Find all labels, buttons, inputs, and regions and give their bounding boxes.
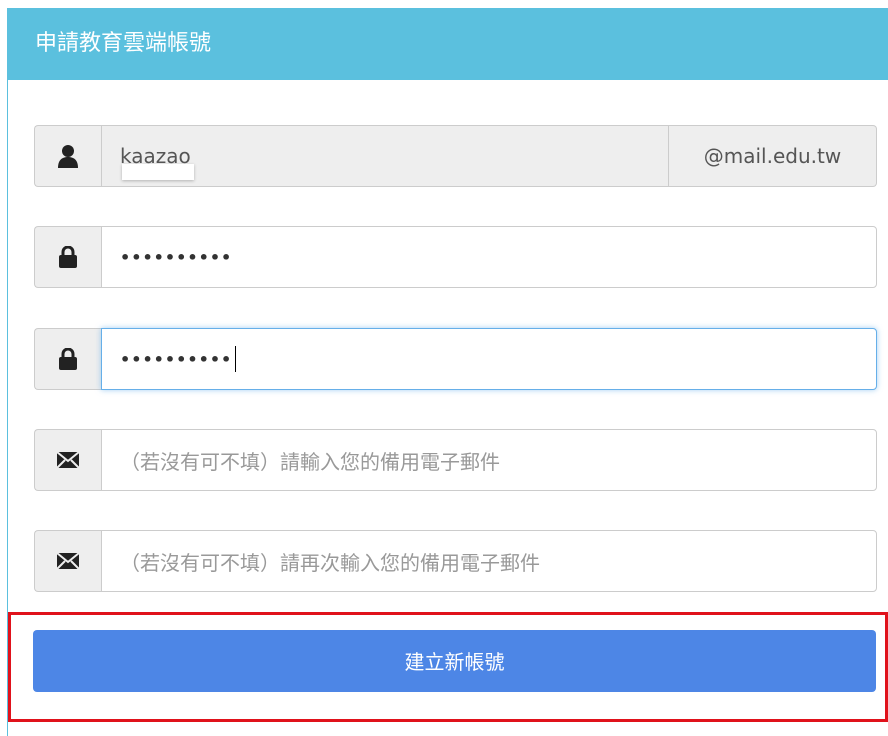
envelope-icon [34,429,101,491]
envelope-icon [34,530,101,592]
username-group: kaazao @mail.edu.tw [34,125,877,187]
backup-email-field[interactable]: （若沒有可不填）請輸入您的備用電子郵件 [101,429,877,491]
password-confirm-field[interactable]: •••••••••• [101,328,877,390]
panel-title: 申請教育雲端帳號 [8,8,888,80]
password-field[interactable]: •••••••••• [101,226,877,288]
lock-icon [34,328,101,390]
password-group: •••••••••• [34,226,877,288]
user-icon [34,125,101,187]
redaction-mark [122,164,194,180]
backup-email-placeholder: （若沒有可不填）請輸入您的備用電子郵件 [120,449,500,474]
text-caret [235,346,237,372]
lock-icon [34,226,101,288]
password-masked-value: •••••••••• [120,247,233,267]
backup-email-confirm-group: （若沒有可不填）請再次輸入您的備用電子郵件 [34,530,877,592]
password-confirm-group: •••••••••• [34,328,877,390]
password-confirm-masked-value: •••••••••• [120,349,233,369]
email-domain-suffix: @mail.edu.tw [669,125,877,187]
highlight-box [8,612,888,722]
username-field[interactable]: kaazao [101,125,669,187]
backup-email-confirm-placeholder: （若沒有可不填）請再次輸入您的備用電子郵件 [120,550,540,575]
backup-email-confirm-field[interactable]: （若沒有可不填）請再次輸入您的備用電子郵件 [101,530,877,592]
backup-email-group: （若沒有可不填）請輸入您的備用電子郵件 [34,429,877,491]
